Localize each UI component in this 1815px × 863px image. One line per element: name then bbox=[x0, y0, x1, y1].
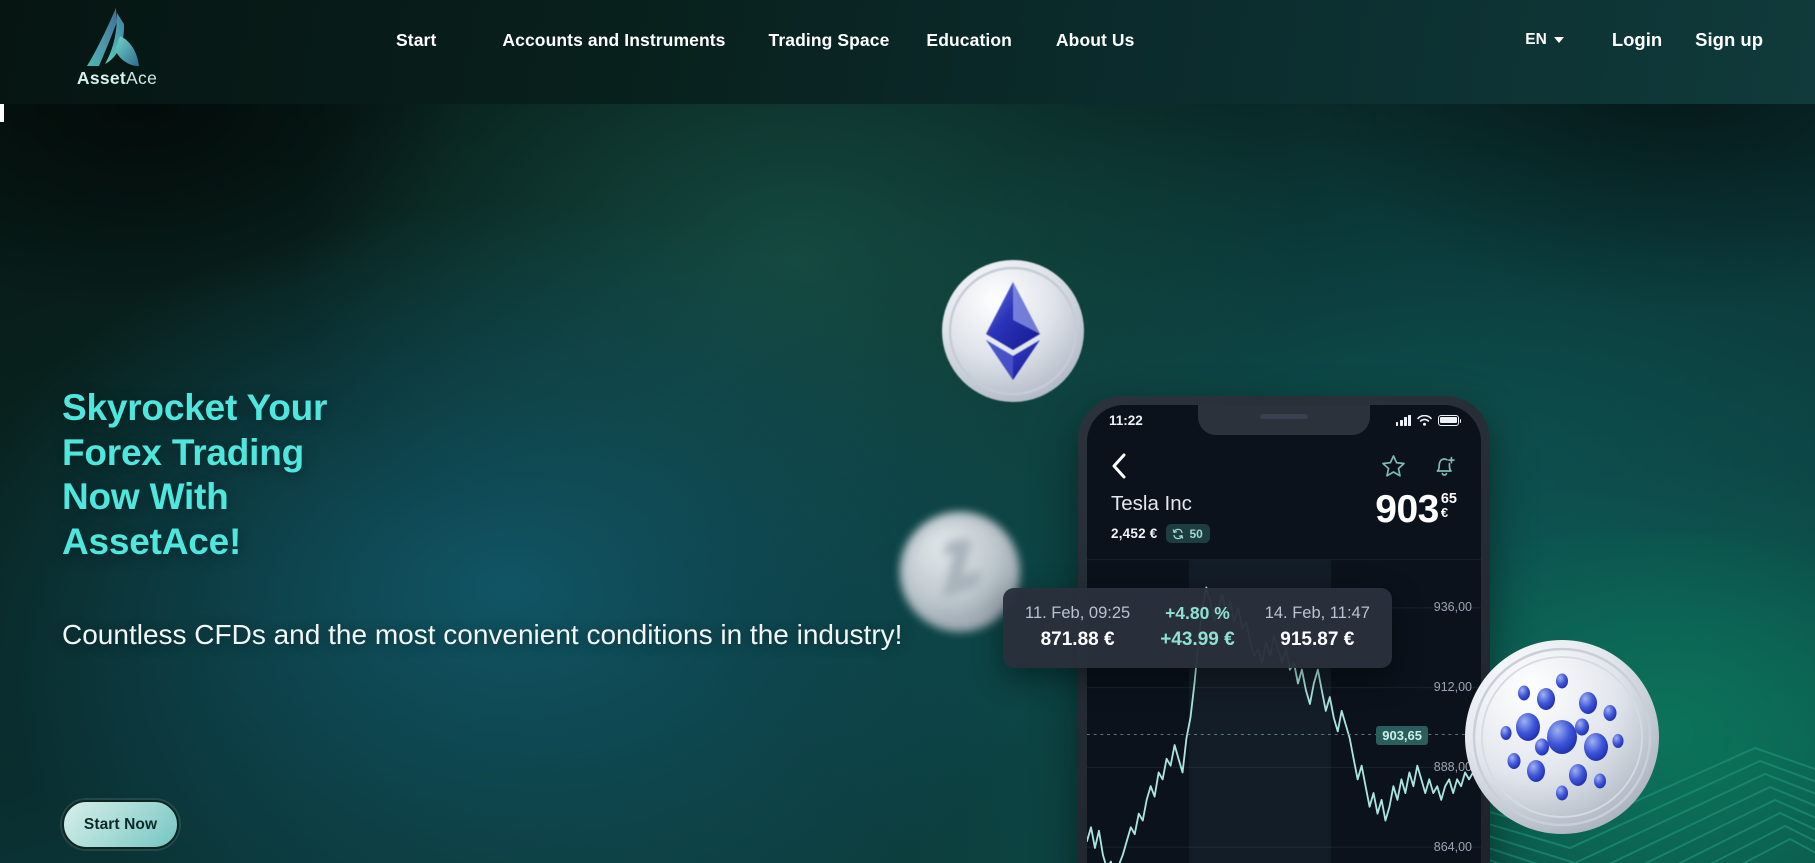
tooltip-left-time: 11. Feb, 09:25 bbox=[1025, 604, 1131, 622]
price-integer: 903 bbox=[1375, 488, 1439, 531]
star-outline-icon[interactable] bbox=[1381, 454, 1406, 478]
assetace-logo-icon bbox=[87, 8, 139, 66]
tooltip-right-time: 14. Feb, 11:47 bbox=[1264, 604, 1370, 622]
instrument-name: Tesla Inc bbox=[1111, 492, 1192, 515]
price-cents: 65 bbox=[1440, 491, 1457, 507]
main-nav: Start Accounts and Instruments Trading S… bbox=[396, 30, 1135, 51]
start-now-label: Start Now bbox=[83, 815, 158, 833]
logo-wordmark: AssetAce bbox=[62, 68, 172, 89]
instrument-quote: Tesla Inc 2,452 € 50 903 65 € bbox=[1087, 485, 1481, 543]
signup-link[interactable]: Sign up bbox=[1695, 29, 1763, 51]
nav-item-about-us[interactable]: About Us bbox=[1056, 30, 1135, 51]
instrument-price: 903 65 € bbox=[1375, 488, 1457, 531]
nav-item-start[interactable]: Start bbox=[396, 30, 436, 51]
cellular-signal-icon bbox=[1395, 414, 1411, 426]
left-edge-marker bbox=[0, 104, 4, 122]
y-label-1: 912,00 bbox=[1433, 680, 1472, 694]
battery-full-icon bbox=[1438, 414, 1462, 426]
bell-plus-icon[interactable] bbox=[1432, 454, 1457, 479]
cardano-coin bbox=[1465, 640, 1659, 834]
status-time: 11:22 bbox=[1109, 412, 1143, 428]
phone-status-bar: 11:22 bbox=[1087, 405, 1481, 435]
wifi-icon bbox=[1417, 414, 1432, 426]
tooltip-left-value: 871.88 € bbox=[1040, 629, 1115, 650]
language-selector[interactable]: EN bbox=[1525, 31, 1564, 49]
logo-word-bold: Asset bbox=[76, 68, 127, 88]
y-label-0: 936,00 bbox=[1433, 600, 1472, 614]
nav-item-education[interactable]: Education bbox=[926, 30, 1012, 51]
back-chevron-icon[interactable] bbox=[1111, 453, 1126, 479]
logo[interactable]: AssetAce bbox=[62, 6, 172, 98]
ethereum-coin bbox=[942, 260, 1084, 402]
header-actions: EN Login Sign up bbox=[1525, 29, 1763, 51]
nav-item-trading-space[interactable]: Trading Space bbox=[769, 30, 890, 51]
tooltip-right-value: 915.87 € bbox=[1280, 629, 1355, 650]
phone-app-bar bbox=[1087, 435, 1481, 485]
instrument-volume: 2,452 € bbox=[1111, 526, 1158, 541]
chart-tooltip-card: 11. Feb, 09:25 871.88 € +4.80 % +43.99 €… bbox=[1003, 588, 1392, 668]
chevron-down-icon bbox=[1553, 37, 1564, 43]
landing-page: AssetAce Start Accounts and Instruments … bbox=[0, 0, 1815, 863]
login-link[interactable]: Login bbox=[1612, 29, 1662, 51]
y-label-3: 864,00 bbox=[1433, 840, 1472, 854]
current-price-marker: 903,65 bbox=[1376, 726, 1428, 745]
leverage-value: 50 bbox=[1189, 526, 1203, 541]
leverage-badge: 50 bbox=[1166, 524, 1210, 543]
logo-word-light: Ace bbox=[126, 68, 158, 88]
tooltip-change-value: +43.99 € bbox=[1160, 629, 1235, 650]
tooltip-right: 14. Feb, 11:47 915.87 € bbox=[1265, 601, 1370, 654]
nav-item-accounts-and-instruments[interactable]: Accounts and Instruments bbox=[502, 30, 725, 51]
chart-y-axis: 936,00 912,00 888,00 864,00 903,65 bbox=[1376, 560, 1472, 863]
hero-subtitle: Countless CFDs and the most convenient c… bbox=[62, 619, 903, 650]
site-header: AssetAce Start Accounts and Instruments … bbox=[0, 0, 1815, 104]
language-label: EN bbox=[1525, 31, 1547, 48]
tooltip-change: +4.80 % +43.99 € bbox=[1160, 601, 1235, 654]
tooltip-change-percent: +4.80 % bbox=[1165, 603, 1230, 623]
refresh-icon bbox=[1173, 528, 1184, 539]
tooltip-left: 11. Feb, 09:25 871.88 € bbox=[1025, 601, 1130, 654]
page-title: Skyrocket Your Forex Trading Now With As… bbox=[62, 387, 328, 562]
hero-copy: Skyrocket Your Forex Trading Now With As… bbox=[62, 386, 902, 661]
price-currency: € bbox=[1440, 505, 1449, 520]
start-now-button[interactable]: Start Now bbox=[62, 800, 179, 849]
cta-container: Start Now bbox=[62, 800, 179, 849]
